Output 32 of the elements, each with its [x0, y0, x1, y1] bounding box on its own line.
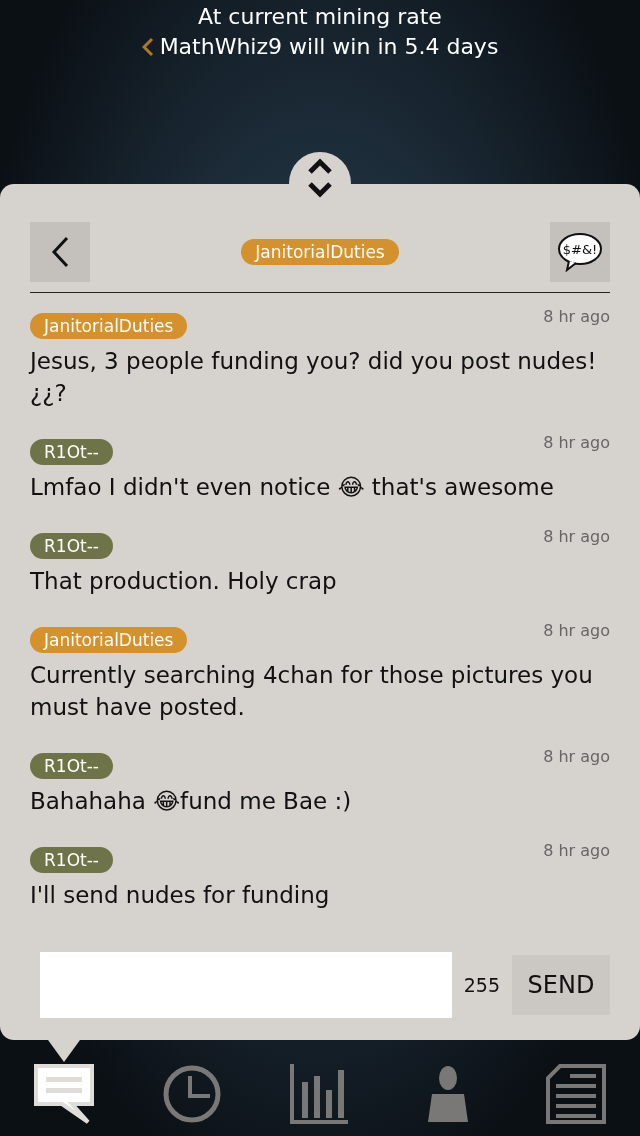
- username-tag: R1Ot--: [30, 753, 113, 779]
- message-text: Currently searching 4chan for those pictures you must have posted.: [30, 661, 594, 722]
- message-text: Lmfao I didn't even notice 😂 that's awesome: [30, 473, 555, 502]
- document-icon: [546, 1064, 606, 1124]
- message-time: 8 hr ago: [543, 841, 610, 860]
- username-tag: R1Ot--: [30, 847, 113, 873]
- profanity-button[interactable]: $#&!: [550, 222, 610, 282]
- message-time: 8 hr ago: [543, 307, 610, 326]
- message-time: 8 hr ago: [543, 433, 610, 452]
- message-time: 8 hr ago: [543, 621, 610, 640]
- bar-chart-icon: [290, 1064, 350, 1124]
- username-tag: R1Ot--: [30, 439, 113, 465]
- message-time: 8 hr ago: [543, 527, 610, 546]
- chevrons-icon: [307, 158, 333, 198]
- message-text: I'll send nudes for funding: [30, 881, 331, 910]
- message-text: That production. Holy crap: [30, 567, 338, 596]
- message-input[interactable]: [40, 952, 452, 1018]
- username-tag: JanitorialDuties: [30, 313, 188, 339]
- username-tag: JanitorialDuties: [30, 627, 188, 653]
- back-button[interactable]: [30, 222, 90, 282]
- message-time: 8 hr ago: [543, 747, 610, 766]
- username-tag: JanitorialDuties: [241, 239, 399, 265]
- message-text: Bahahaha 😂fund me Bae :): [30, 787, 353, 816]
- send-button[interactable]: SEND: [512, 955, 610, 1015]
- message-text: Jesus, 3 people funding you? did you post nudes! ¿¿?: [30, 347, 598, 408]
- back-icon: [51, 236, 69, 268]
- clock-icon: [162, 1064, 222, 1124]
- banner-text: MathWhiz9 will win in 5.4 days: [159, 33, 499, 61]
- chat-icon: [34, 1064, 94, 1124]
- username-tag: R1Ot--: [30, 533, 113, 559]
- character-count: 255: [463, 974, 500, 996]
- banner-text: At current mining rate: [198, 3, 442, 31]
